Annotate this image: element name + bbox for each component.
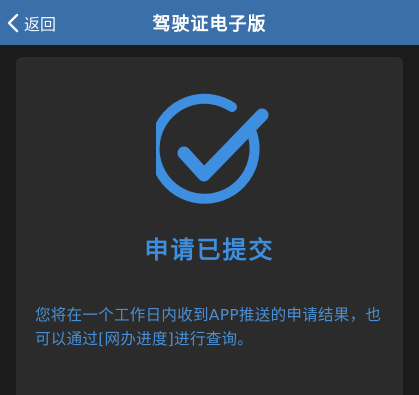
status-heading: 申请已提交 (144, 236, 275, 264)
chevron-left-icon (7, 13, 19, 32)
back-button[interactable]: 返回 (6, 0, 56, 45)
back-label: 返回 (24, 14, 57, 34)
app-screen: 返回 驾驶证电子版 申请已提交 您将在一个工作日内收到APP推送的申请结果，也可… (0, 0, 419, 395)
nav-header: 返回 驾驶证电子版 (0, 0, 419, 45)
page-title: 驾驶证电子版 (152, 13, 267, 35)
check-circle-icon (156, 93, 269, 204)
result-card: 申请已提交 您将在一个工作日内收到APP推送的申请结果，也可以通过[网办进度]进… (16, 57, 403, 395)
status-message: 您将在一个工作日内收到APP推送的申请结果，也可以通过[网办进度]进行查询。 (35, 306, 382, 348)
